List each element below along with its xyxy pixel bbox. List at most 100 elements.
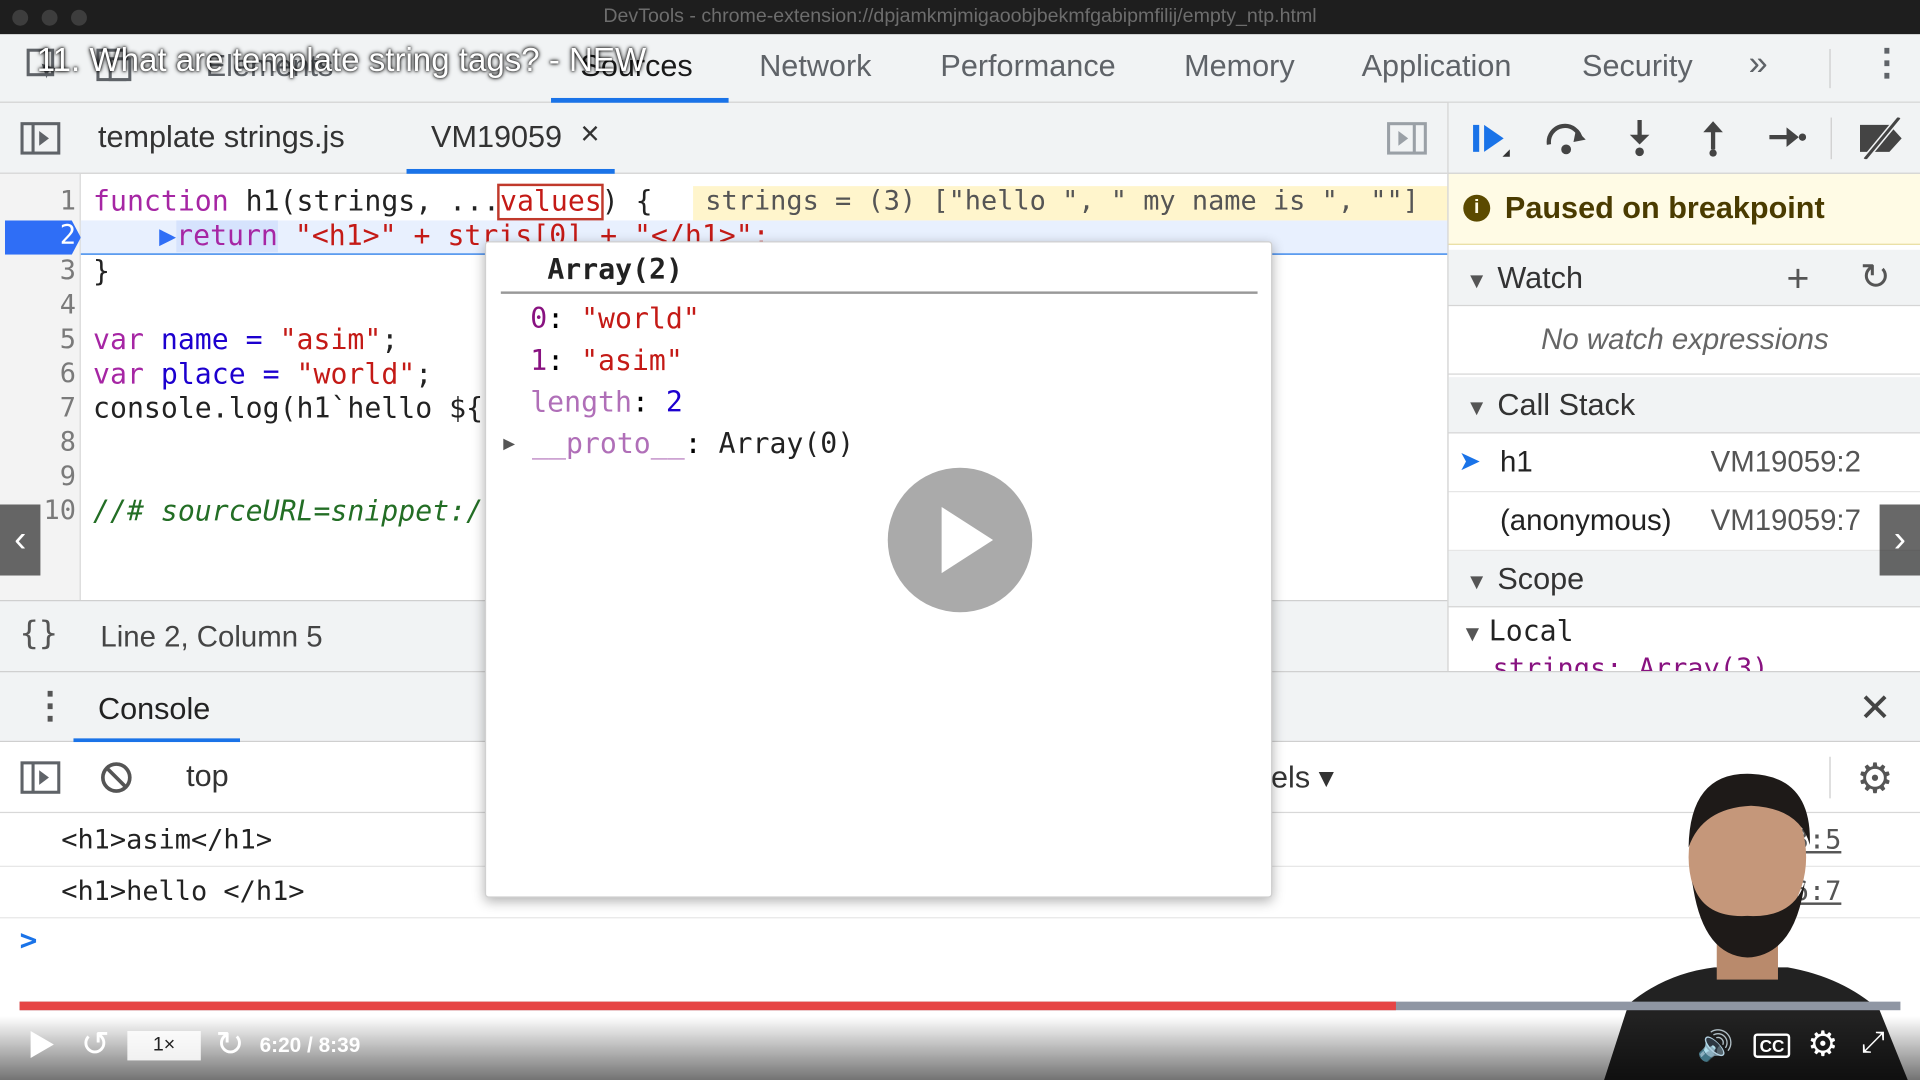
volume-icon[interactable]: 🔊 — [1697, 1029, 1734, 1065]
expand-triangle-icon[interactable]: ▶ — [503, 431, 515, 454]
more-tabs-icon[interactable]: » — [1749, 44, 1768, 83]
call-frame[interactable]: (anonymous) VM19059:7 — [1448, 492, 1920, 552]
close-drawer-icon[interactable]: ✕ — [1859, 684, 1892, 731]
progress-fill — [19, 1001, 1397, 1011]
call-stack-header[interactable]: ▼ Call Stack — [1448, 377, 1920, 434]
tab-network[interactable]: Network — [759, 49, 871, 85]
line-number[interactable]: 4 — [0, 290, 76, 321]
refresh-icon[interactable]: ↻ — [1860, 250, 1891, 306]
array-item[interactable]: 1: "asim" — [530, 345, 683, 377]
call-frame[interactable]: ➤ h1 VM19059:2 — [1448, 433, 1920, 493]
console-prompt[interactable]: > — [20, 923, 38, 957]
line-number[interactable]: 2 — [0, 220, 76, 251]
step-icon[interactable] — [1765, 120, 1807, 160]
expand-triangle-icon: ▼ — [1465, 268, 1488, 293]
array-value: "asim" — [581, 345, 683, 378]
code-text: ) { — [601, 186, 653, 218]
maximize-window-dot[interactable] — [71, 9, 87, 26]
video-title: 11. What are template string tags? - NEW — [36, 41, 647, 79]
length-key: length — [530, 386, 632, 419]
array-key: 0 — [530, 303, 548, 336]
captions-icon[interactable]: CC — [1753, 1033, 1791, 1058]
pretty-print-icon[interactable]: {} — [20, 616, 58, 653]
rewind-icon[interactable]: ↺ — [81, 1024, 110, 1064]
code-line-5: var name = "asim"; — [93, 324, 398, 356]
scope-local[interactable]: ▼ Local — [1449, 607, 1920, 656]
console-sidebar-icon[interactable] — [20, 759, 62, 802]
expand-triangle-icon: ▼ — [1465, 569, 1488, 594]
step-into-icon[interactable] — [1622, 118, 1656, 163]
step-out-icon[interactable] — [1696, 118, 1730, 163]
close-window-dot[interactable] — [12, 9, 29, 26]
array-item[interactable]: 0: "world" — [530, 304, 700, 336]
speed-button[interactable]: 1× — [127, 1031, 201, 1061]
line-number[interactable]: 3 — [0, 256, 76, 287]
info-icon: i — [1463, 194, 1491, 222]
tab-security[interactable]: Security — [1582, 49, 1693, 85]
line-number[interactable]: 8 — [0, 427, 76, 458]
add-watch-icon[interactable]: + — [1787, 250, 1810, 306]
proto-row[interactable]: ▶ __proto__: Array(0) — [503, 429, 854, 461]
hovered-token[interactable]: values — [497, 183, 605, 221]
tab-performance[interactable]: Performance — [940, 49, 1115, 85]
next-arrow-icon[interactable]: › — [1879, 504, 1920, 576]
play-icon[interactable] — [27, 1029, 56, 1069]
tab-console[interactable]: Console — [98, 692, 210, 728]
scope-local-label: Local — [1488, 615, 1574, 648]
context-selector[interactable]: top — [186, 759, 229, 795]
line-number[interactable]: 5 — [0, 324, 76, 355]
paused-message: Paused on breakpoint — [1504, 191, 1825, 226]
fullscreen-icon[interactable]: ⤢ — [1861, 1026, 1885, 1060]
resume-icon[interactable] — [1471, 120, 1513, 165]
proto-value: Array(0) — [718, 428, 855, 461]
settings-icon[interactable]: ⚙ — [1807, 1024, 1838, 1064]
video-controls: ↺ 1× ↻ 6:20 / 8:39 🔊 CC ⚙ ⤢ — [0, 1016, 1920, 1080]
frame-function: h1 — [1500, 445, 1533, 479]
window-title: DevTools - chrome-extension://dpjamkmjmi… — [603, 6, 1317, 27]
kebab-menu-icon[interactable]: ⋮ — [1869, 42, 1906, 85]
toggle-navigator-icon[interactable] — [20, 120, 62, 163]
previous-arrow-icon[interactable]: ‹ — [0, 504, 41, 576]
array-value: "world" — [581, 303, 700, 336]
scope-header[interactable]: ▼ Scope — [1448, 551, 1920, 608]
minimize-window-dot[interactable] — [41, 9, 58, 26]
proto-key: __proto__ — [532, 428, 685, 461]
array-key: 1 — [530, 345, 548, 378]
code-text: ; — [381, 324, 399, 357]
drawer-menu-icon[interactable]: ⋮ — [32, 684, 69, 727]
paused-banner: i Paused on breakpoint — [1448, 173, 1920, 245]
object-preview-popover[interactable]: Array(2) 0: "world" 1: "asim" length: 2 … — [484, 241, 1273, 898]
file-tab-vm19059[interactable]: VM19059 — [431, 120, 562, 156]
watch-section-header[interactable]: ▼ Watch + ↻ — [1448, 249, 1920, 307]
file-tab-template-strings[interactable]: template strings.js — [98, 120, 345, 156]
tab-memory[interactable]: Memory — [1184, 49, 1295, 85]
clear-console-icon[interactable] — [98, 759, 135, 802]
log-levels-dropdown[interactable]: els ▾ — [1271, 759, 1334, 796]
code-line-3: } — [93, 255, 111, 288]
array-length[interactable]: length: 2 — [530, 387, 683, 419]
toggle-debugger-icon[interactable] — [1386, 120, 1428, 163]
deactivate-breakpoints-icon[interactable] — [1855, 115, 1906, 166]
popover-divider — [500, 291, 1258, 294]
line-number[interactable]: 6 — [0, 359, 76, 390]
close-tab-icon[interactable]: × — [580, 115, 599, 153]
line-number[interactable]: 7 — [0, 393, 76, 424]
forward-icon[interactable]: ↻ — [216, 1024, 245, 1064]
code-keyword: function — [93, 186, 229, 218]
debugger-toolbar — [1448, 102, 1920, 174]
line-number[interactable]: 9 — [0, 462, 76, 493]
scope-title: Scope — [1497, 562, 1585, 597]
frame-location: VM19059:2 — [1710, 445, 1861, 479]
code-line-1: function h1(strings, ...values) { — [93, 183, 653, 221]
play-overlay-button[interactable] — [887, 467, 1033, 613]
code-string: "world" — [296, 358, 416, 391]
line-number[interactable]: 1 — [0, 186, 76, 217]
step-over-icon[interactable] — [1544, 120, 1588, 163]
current-frame-arrow-icon: ➤ — [1458, 445, 1481, 477]
expand-triangle-icon: ▼ — [1465, 620, 1480, 647]
code-text: h1(strings, ... — [228, 186, 501, 218]
tab-application[interactable]: Application — [1362, 49, 1512, 85]
cursor-position: Line 2, Column 5 — [100, 620, 323, 654]
file-tabbar: template strings.js VM19059 × — [0, 102, 1448, 174]
inline-variable-value: strings = (3) ["hello ", " my name is ",… — [693, 186, 1448, 221]
